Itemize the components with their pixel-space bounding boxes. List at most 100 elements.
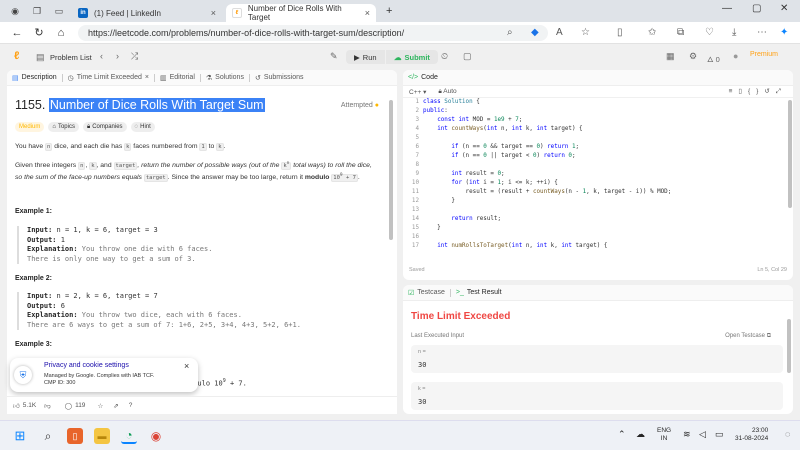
input-field-n: n = 30 xyxy=(411,345,783,373)
debug-icon[interactable]: ✎ xyxy=(330,51,338,62)
clock[interactable]: 23:00 31-08-2024 xyxy=(735,427,768,443)
like-icon[interactable]: 👍︎ xyxy=(13,402,20,410)
read-aloud-icon[interactable]: A xyxy=(556,27,563,38)
streak-counter[interactable]: 🜂 0 xyxy=(707,52,720,67)
close-tab-icon[interactable]: × xyxy=(145,74,149,81)
format-icon[interactable]: ≡ xyxy=(729,88,739,95)
open-testcase-link[interactable]: Open Testcase ⧉ xyxy=(725,333,771,340)
favorites-icon[interactable]: ✩ xyxy=(648,27,656,38)
field-label: k = xyxy=(418,386,426,392)
hint-chip[interactable]: ◌ Hint xyxy=(130,122,155,132)
layout-icon[interactable]: ▦ xyxy=(666,51,675,62)
tab-code[interactable]: </> Code xyxy=(403,70,443,86)
shuffle-icon[interactable]: ⤮ xyxy=(131,51,138,62)
tab-leetcode[interactable]: ℓ Number of Dice Rolls With Target × xyxy=(226,4,376,22)
explanation-label: Explanation: xyxy=(27,245,78,254)
lock-icon: 🔒︎ xyxy=(438,87,442,95)
profile-icon[interactable]: ◉ xyxy=(8,4,22,18)
search-icon[interactable]: ⌕ xyxy=(507,27,513,38)
star-icon[interactable]: ☆ xyxy=(97,402,103,410)
workspaces-icon[interactable]: ❐ xyxy=(30,4,44,18)
cursor-position: Ln 5, Col 29 xyxy=(757,267,787,273)
tab-description[interactable]: ▤ Description xyxy=(7,70,62,86)
companies-chip[interactable]: 🔒︎ Companies xyxy=(82,122,127,132)
text: . xyxy=(223,143,226,150)
cloud-icon[interactable]: ☁ xyxy=(636,429,645,440)
copilot-icon[interactable]: ✦ xyxy=(780,27,788,38)
minimize-icon[interactable]: — xyxy=(722,3,732,14)
file-explorer-icon[interactable]: ▬ xyxy=(94,428,110,444)
home-icon[interactable]: ⌂ xyxy=(50,27,72,39)
back-icon[interactable]: ← xyxy=(6,27,28,39)
problem-title[interactable]: Number of Dice Rolls With Target Sum xyxy=(48,98,265,112)
text: + 7 xyxy=(342,175,356,182)
tab-test-result[interactable]: >_ Test Result xyxy=(451,285,507,301)
language-select[interactable]: C++ ▾ xyxy=(409,88,426,96)
close-tab-icon[interactable]: × xyxy=(365,8,370,18)
shield-icon[interactable]: ⛨ xyxy=(14,366,32,384)
split-screen-icon[interactable]: ▯ xyxy=(617,27,623,38)
settings-icon[interactable]: ⚙ xyxy=(689,51,697,62)
notes-icon[interactable]: ▢ xyxy=(463,51,472,62)
problem-list-icon[interactable]: ▤ xyxy=(36,52,45,63)
refresh-icon[interactable]: ↻ xyxy=(28,26,50,39)
close-window-icon[interactable]: ✕ xyxy=(780,3,788,14)
windows-start-icon[interactable]: ⊞ xyxy=(12,428,28,444)
chrome-icon[interactable]: ◉ xyxy=(148,428,164,444)
tab-editorial[interactable]: ▥ Editorial xyxy=(155,70,200,86)
prev-problem-icon[interactable]: ‹ xyxy=(100,51,103,61)
run-button[interactable]: ▶ Run xyxy=(346,50,385,64)
problem-list-link[interactable]: Problem List xyxy=(50,53,92,62)
tab-testcase[interactable]: ☑ Testcase xyxy=(403,285,450,301)
search-icon[interactable]: ⌕ xyxy=(40,428,56,444)
result-scrollbar[interactable] xyxy=(787,319,791,373)
wifi-icon[interactable]: ≋ xyxy=(683,429,691,440)
next-problem-icon[interactable]: › xyxy=(116,51,119,61)
topics-chip[interactable]: ⌂ Topics xyxy=(48,122,79,132)
battery-icon[interactable]: ▭ xyxy=(715,429,724,440)
office-icon[interactable]: ▯ xyxy=(67,428,83,444)
avatar[interactable]: ● xyxy=(733,51,738,61)
braces-icon[interactable]: {} xyxy=(748,88,764,95)
tab-actions-icon[interactable]: ▭ xyxy=(52,4,66,18)
submit-button[interactable]: ☁ Submit xyxy=(386,50,438,64)
tab-time-limit-exceeded[interactable]: ◷ Time Limit Exceeded × xyxy=(63,70,154,86)
tab-solutions[interactable]: ⚗ Solutions xyxy=(201,70,249,86)
menu-icon[interactable]: ⋯ xyxy=(757,27,767,38)
code-scrollbar[interactable] xyxy=(788,100,792,208)
cookie-title-link[interactable]: Privacy and cookie settings xyxy=(44,362,129,369)
downloads-icon[interactable]: ⤓ xyxy=(732,27,736,38)
favorite-icon[interactable]: ☆ xyxy=(581,27,590,38)
notification-icon[interactable]: ◌ xyxy=(785,429,790,439)
language-indicator[interactable]: ENG IN xyxy=(657,427,671,443)
bookmark-icon[interactable]: ▯ xyxy=(738,88,748,95)
new-tab-button[interactable]: + xyxy=(386,5,392,17)
fullscreen-icon[interactable]: ⤢ xyxy=(776,88,787,95)
collections-icon[interactable]: ⧉ xyxy=(677,27,684,38)
share-icon[interactable]: ⇗ xyxy=(113,402,118,410)
url-field[interactable]: https://leetcode.com/problems/number-of-… xyxy=(78,25,548,41)
example-explanation: There is only one way to get a sum of 3. xyxy=(27,254,196,263)
close-icon[interactable]: × xyxy=(184,361,189,371)
description-scrollbar[interactable] xyxy=(389,100,393,240)
leetcode-logo[interactable]: ℓ xyxy=(14,50,19,62)
code-editor[interactable]: 1 class Solution {2 public: 3 const int MOD… xyxy=(403,98,793,262)
field-value: 30 xyxy=(418,398,427,406)
tab-linkedin[interactable]: in (1) Feed | LinkedIn × xyxy=(72,4,222,22)
edge-icon[interactable]: ◔ xyxy=(121,428,137,444)
maximize-icon[interactable]: ▢ xyxy=(752,3,761,14)
input-field-k: k = 30 xyxy=(411,382,783,410)
timer-icon[interactable]: ⏲ xyxy=(441,51,448,62)
help-icon[interactable]: ? xyxy=(129,402,133,409)
close-tab-icon[interactable]: × xyxy=(211,8,216,18)
comment-icon[interactable]: ◯ xyxy=(65,402,72,410)
auto-mode-toggle[interactable]: 🔒︎ Auto xyxy=(438,88,456,96)
extension-tag-icon[interactable]: ◆ xyxy=(531,27,539,38)
reset-icon[interactable]: ↺ xyxy=(764,88,775,95)
volume-icon[interactable]: ◁ xyxy=(699,429,706,440)
chevron-up-icon[interactable]: ⌃ xyxy=(618,429,626,440)
dislike-icon[interactable]: 👎︎ xyxy=(44,402,51,410)
premium-link[interactable]: Premium xyxy=(750,51,778,58)
tab-submissions[interactable]: ↺ Submissions xyxy=(250,70,309,86)
health-icon[interactable]: ♡ xyxy=(705,27,714,38)
